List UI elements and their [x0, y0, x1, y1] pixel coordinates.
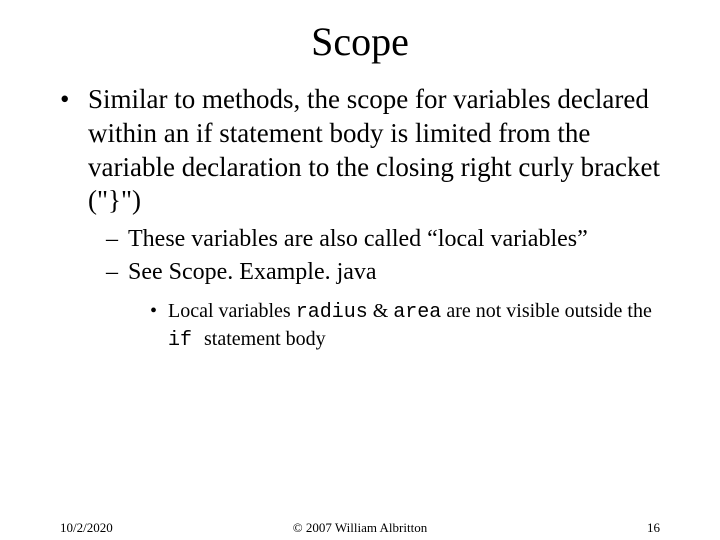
l3-mid: are not visible outside the	[441, 300, 652, 322]
code-area: area	[393, 301, 441, 324]
footer-copyright: © 2007 William Albritton	[0, 520, 720, 536]
slide: Scope Similar to methods, the scope for …	[0, 18, 720, 540]
slide-footer: 10/2/2020 © 2007 William Albritton 16	[0, 520, 720, 536]
bullet-list-level3: Local variables radius & area are not vi…	[128, 298, 665, 354]
bullet-l2-see-example: See Scope. Example. java Local variables…	[106, 257, 665, 354]
bullet-l2-local-vars: These variables are also called “local v…	[106, 224, 665, 255]
code-if: if	[168, 329, 204, 352]
l3-post: statement body	[204, 328, 326, 350]
bullet-l2b-text: See Scope. Example. java	[128, 259, 377, 285]
code-radius: radius	[296, 301, 368, 324]
bullet-list-level1: Similar to methods, the scope for variab…	[60, 83, 665, 354]
l3-amp: &	[368, 300, 394, 322]
bullet-l1-text: Similar to methods, the scope for variab…	[88, 84, 660, 215]
slide-content: Similar to methods, the scope for variab…	[0, 83, 720, 354]
bullet-l3: Local variables radius & area are not vi…	[150, 298, 665, 354]
bullet-l1: Similar to methods, the scope for variab…	[60, 83, 665, 354]
l3-pre: Local variables	[168, 300, 296, 322]
bullet-list-level2: These variables are also called “local v…	[88, 224, 665, 354]
slide-title: Scope	[0, 18, 720, 65]
